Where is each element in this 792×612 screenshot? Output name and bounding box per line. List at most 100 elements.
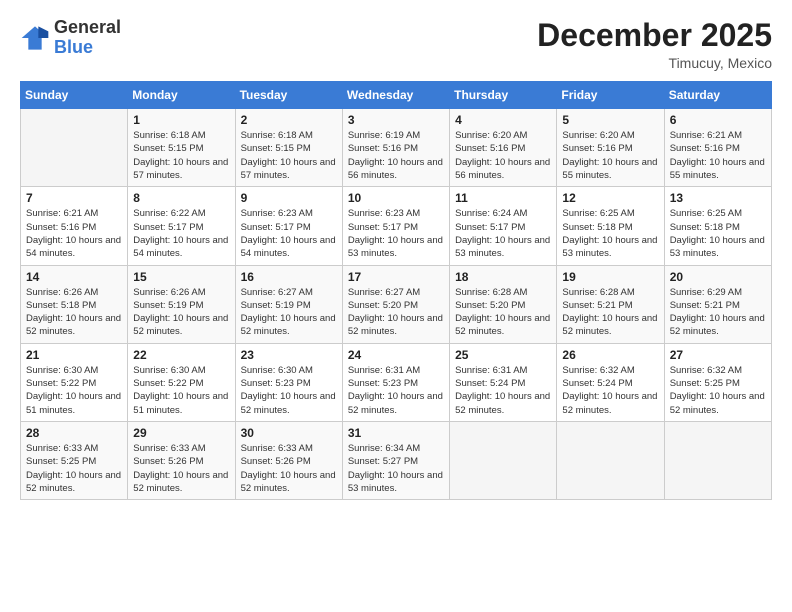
day-number: 14: [26, 270, 122, 284]
day-number: 1: [133, 113, 229, 127]
day-cell: 9Sunrise: 6:23 AMSunset: 5:17 PMDaylight…: [235, 187, 342, 265]
day-info: Sunrise: 6:19 AMSunset: 5:16 PMDaylight:…: [348, 129, 444, 182]
day-number: 12: [562, 191, 658, 205]
day-number: 8: [133, 191, 229, 205]
day-info: Sunrise: 6:33 AMSunset: 5:26 PMDaylight:…: [241, 442, 337, 495]
day-number: 16: [241, 270, 337, 284]
day-cell: 6Sunrise: 6:21 AMSunset: 5:16 PMDaylight…: [664, 109, 771, 187]
day-info: Sunrise: 6:22 AMSunset: 5:17 PMDaylight:…: [133, 207, 229, 260]
day-info: Sunrise: 6:24 AMSunset: 5:17 PMDaylight:…: [455, 207, 551, 260]
day-info: Sunrise: 6:26 AMSunset: 5:18 PMDaylight:…: [26, 286, 122, 339]
week-row-3: 21 Sunrise: 6:30 AMSunset: 5:22 PMDayligh…: [21, 343, 772, 421]
day-info: Sunrise: 6:18 AMSunset: 5:15 PMDaylight:…: [133, 129, 229, 182]
day-info: Sunrise: 6:31 AMSunset: 5:23 PMDaylight:…: [348, 364, 444, 417]
day-info: Sunrise: 6:30 AMSunset: 5:23 PMDaylight:…: [241, 364, 337, 417]
day-info: Sunrise: 6:34 AMSunset: 5:27 PMDaylight:…: [348, 442, 444, 495]
day-cell: 2 Sunrise: 6:18 AMSunset: 5:15 PMDaylight…: [235, 109, 342, 187]
day-cell: 22Sunrise: 6:30 AMSunset: 5:22 PMDayligh…: [128, 343, 235, 421]
day-number: 25: [455, 348, 551, 362]
day-info: Sunrise: 6:23 AMSunset: 5:17 PMDaylight:…: [241, 207, 337, 260]
day-cell: 27 Sunrise: 6:32 AMSunset: 5:25 PMDayligh…: [664, 343, 771, 421]
day-info: Sunrise: 6:27 AMSunset: 5:19 PMDaylight:…: [241, 286, 337, 339]
day-cell: [450, 421, 557, 499]
day-number: 24: [348, 348, 444, 362]
day-number: 28: [26, 426, 122, 440]
logo-blue: Blue: [54, 38, 121, 58]
logo-text: General Blue: [54, 18, 121, 58]
day-info: Sunrise: 6:33 AMSunset: 5:26 PMDaylight:…: [133, 442, 229, 495]
day-cell: 18Sunrise: 6:28 AMSunset: 5:20 PMDayligh…: [450, 265, 557, 343]
month-title: December 2025: [537, 18, 772, 53]
day-number: 31: [348, 426, 444, 440]
day-cell: 30Sunrise: 6:33 AMSunset: 5:26 PMDayligh…: [235, 421, 342, 499]
day-cell: 26 Sunrise: 6:32 AMSunset: 5:24 PMDayligh…: [557, 343, 664, 421]
day-cell: [21, 109, 128, 187]
day-cell: 31 Sunrise: 6:34 AMSunset: 5:27 PMDayligh…: [342, 421, 449, 499]
day-header-saturday: Saturday: [664, 82, 771, 109]
day-number: 15: [133, 270, 229, 284]
day-header-monday: Monday: [128, 82, 235, 109]
day-header-tuesday: Tuesday: [235, 82, 342, 109]
day-info: Sunrise: 6:32 AMSunset: 5:25 PMDaylight:…: [670, 364, 766, 417]
day-cell: 29 Sunrise: 6:33 AMSunset: 5:26 PMDayligh…: [128, 421, 235, 499]
day-cell: 14 Sunrise: 6:26 AMSunset: 5:18 PMDayligh…: [21, 265, 128, 343]
logo-icon: [20, 23, 50, 53]
calendar-page: General Blue December 2025 Timucuy, Mexi…: [0, 0, 792, 612]
day-header-wednesday: Wednesday: [342, 82, 449, 109]
day-number: 7: [26, 191, 122, 205]
day-number: 2: [241, 113, 337, 127]
day-cell: 11 Sunrise: 6:24 AMSunset: 5:17 PMDayligh…: [450, 187, 557, 265]
header-row: SundayMondayTuesdayWednesdayThursdayFrid…: [21, 82, 772, 109]
day-info: Sunrise: 6:31 AMSunset: 5:24 PMDaylight:…: [455, 364, 551, 417]
logo-general: General: [54, 18, 121, 38]
day-number: 26: [562, 348, 658, 362]
day-cell: 8 Sunrise: 6:22 AMSunset: 5:17 PMDaylight…: [128, 187, 235, 265]
day-info: Sunrise: 6:30 AMSunset: 5:22 PMDaylight:…: [26, 364, 122, 417]
day-cell: 20 Sunrise: 6:29 AMSunset: 5:21 PMDayligh…: [664, 265, 771, 343]
day-info: Sunrise: 6:20 AMSunset: 5:16 PMDaylight:…: [562, 129, 658, 182]
day-cell: [557, 421, 664, 499]
day-cell: 16 Sunrise: 6:27 AMSunset: 5:19 PMDayligh…: [235, 265, 342, 343]
day-number: 13: [670, 191, 766, 205]
day-number: 10: [348, 191, 444, 205]
day-number: 19: [562, 270, 658, 284]
day-info: Sunrise: 6:33 AMSunset: 5:25 PMDaylight:…: [26, 442, 122, 495]
day-info: Sunrise: 6:29 AMSunset: 5:21 PMDaylight:…: [670, 286, 766, 339]
day-number: 23: [241, 348, 337, 362]
day-number: 20: [670, 270, 766, 284]
day-cell: 24 Sunrise: 6:31 AMSunset: 5:23 PMDayligh…: [342, 343, 449, 421]
day-info: Sunrise: 6:28 AMSunset: 5:21 PMDaylight:…: [562, 286, 658, 339]
day-number: 5: [562, 113, 658, 127]
day-header-friday: Friday: [557, 82, 664, 109]
day-info: Sunrise: 6:20 AMSunset: 5:16 PMDaylight:…: [455, 129, 551, 182]
day-number: 4: [455, 113, 551, 127]
day-info: Sunrise: 6:18 AMSunset: 5:15 PMDaylight:…: [241, 129, 337, 182]
day-number: 29: [133, 426, 229, 440]
day-cell: 23 Sunrise: 6:30 AMSunset: 5:23 PMDayligh…: [235, 343, 342, 421]
logo: General Blue: [20, 18, 121, 58]
day-number: 21: [26, 348, 122, 362]
day-cell: 5 Sunrise: 6:20 AMSunset: 5:16 PMDaylight…: [557, 109, 664, 187]
day-number: 22: [133, 348, 229, 362]
day-cell: 12Sunrise: 6:25 AMSunset: 5:18 PMDayligh…: [557, 187, 664, 265]
day-cell: 21 Sunrise: 6:30 AMSunset: 5:22 PMDayligh…: [21, 343, 128, 421]
day-number: 6: [670, 113, 766, 127]
title-area: December 2025 Timucuy, Mexico: [537, 18, 772, 71]
day-cell: [664, 421, 771, 499]
day-number: 27: [670, 348, 766, 362]
day-info: Sunrise: 6:26 AMSunset: 5:19 PMDaylight:…: [133, 286, 229, 339]
day-cell: 25 Sunrise: 6:31 AMSunset: 5:24 PMDayligh…: [450, 343, 557, 421]
day-cell: 10 Sunrise: 6:23 AMSunset: 5:17 PMDayligh…: [342, 187, 449, 265]
day-info: Sunrise: 6:23 AMSunset: 5:17 PMDaylight:…: [348, 207, 444, 260]
day-number: 18: [455, 270, 551, 284]
day-number: 11: [455, 191, 551, 205]
day-cell: 15 Sunrise: 6:26 AMSunset: 5:19 PMDayligh…: [128, 265, 235, 343]
day-number: 17: [348, 270, 444, 284]
day-cell: 28 Sunrise: 6:33 AMSunset: 5:25 PMDayligh…: [21, 421, 128, 499]
day-cell: 3Sunrise: 6:19 AMSunset: 5:16 PMDaylight…: [342, 109, 449, 187]
day-header-thursday: Thursday: [450, 82, 557, 109]
day-info: Sunrise: 6:32 AMSunset: 5:24 PMDaylight:…: [562, 364, 658, 417]
day-info: Sunrise: 6:25 AMSunset: 5:18 PMDaylight:…: [670, 207, 766, 260]
day-cell: 1 Sunrise: 6:18 AMSunset: 5:15 PMDaylight…: [128, 109, 235, 187]
day-cell: 13 Sunrise: 6:25 AMSunset: 5:18 PMDayligh…: [664, 187, 771, 265]
